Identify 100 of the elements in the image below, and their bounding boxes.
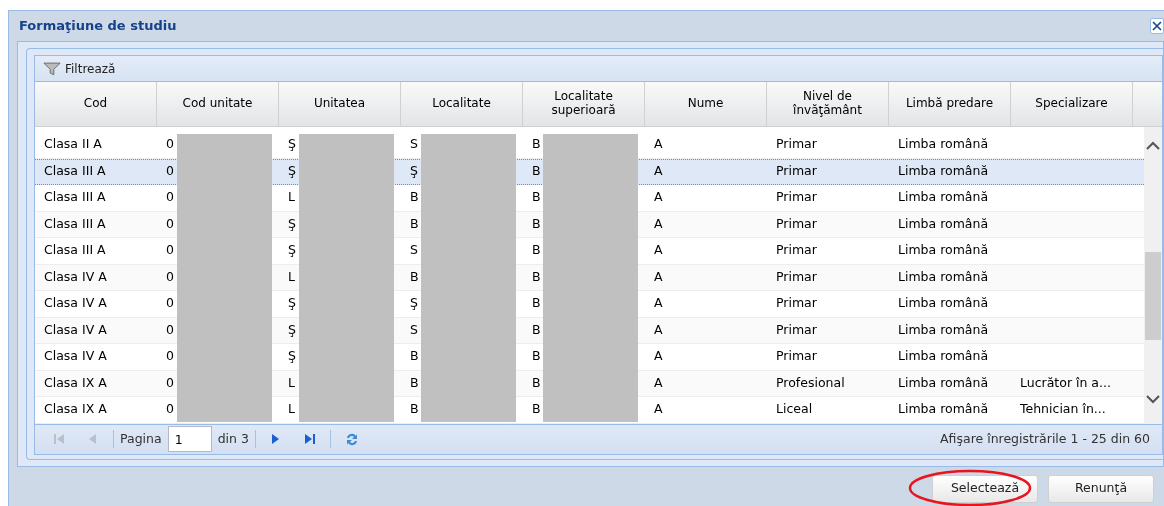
- table-cell-text: Ş: [288, 135, 296, 154]
- table-cell-text: Tehnician în...: [1020, 400, 1106, 419]
- table-cell-text: Ş: [410, 294, 418, 313]
- table-cell-text: Primar: [776, 135, 817, 154]
- table-cell-text: A: [654, 135, 663, 154]
- table-cell-text: B: [532, 373, 541, 392]
- table-cell-text: 0: [166, 400, 174, 419]
- table-cell-text: A: [654, 267, 663, 286]
- table-cell-text: B: [532, 135, 541, 154]
- table-cell-text: L: [288, 400, 295, 419]
- close-button[interactable]: [1150, 18, 1164, 34]
- page-count: din 3: [217, 429, 249, 448]
- page-field[interactable]: 1: [167, 426, 212, 452]
- table-cell-text: Primar: [776, 188, 817, 207]
- table-cell-text: A: [654, 188, 663, 207]
- scrollbar-thumb[interactable]: [1145, 252, 1161, 340]
- table-cell-text: 0: [166, 188, 174, 207]
- table-cell-text: B: [410, 267, 419, 286]
- dialog-button[interactable]: Selectează: [932, 474, 1038, 503]
- table-cell-text: Ş: [288, 347, 296, 366]
- table-cell-text: L: [288, 373, 295, 392]
- table-cell-text: Primar: [776, 347, 817, 366]
- table-cell-text: Ş: [288, 294, 296, 313]
- table-cell-text: Limba română: [898, 320, 989, 339]
- table-cell-text: Clasa IV A: [44, 347, 107, 366]
- table-cell-text: Clasa IX A: [44, 373, 107, 392]
- table-cell-text: 0: [166, 162, 174, 181]
- column-header[interactable]: Specializare: [1011, 82, 1133, 126]
- table-cell-text: Liceal: [776, 400, 813, 419]
- table-cell-text: B: [532, 400, 541, 419]
- table-cell-text: Clasa III A: [44, 241, 106, 260]
- table-cell-text: 0: [166, 241, 174, 260]
- dialog-button[interactable]: Renunţă: [1048, 474, 1154, 503]
- table-cell-text: 0: [166, 267, 174, 286]
- table-cell-text: S: [410, 241, 418, 260]
- table-cell-text: Primar: [776, 241, 817, 260]
- table-cell-text: Clasa III A: [44, 188, 106, 207]
- table-cell-text: 0: [166, 294, 174, 313]
- table-cell-text: Primar: [776, 320, 817, 339]
- table-cell-text: Limba română: [898, 294, 989, 313]
- table-cell-text: A: [654, 347, 663, 366]
- table-cell-text: B: [532, 188, 541, 207]
- table-cell-text: Limba română: [898, 241, 989, 260]
- table-cell-text: B: [410, 347, 419, 366]
- table-cell-text: B: [532, 267, 541, 286]
- table-cell-text: 0: [166, 347, 174, 366]
- table-cell-text: Limba română: [898, 400, 989, 419]
- table-cell-text: Lucrător în a...: [1020, 373, 1111, 392]
- column-header[interactable]: Unitatea: [279, 82, 401, 126]
- table-cell-text: B: [410, 214, 419, 233]
- table-cell-text: Limba română: [898, 267, 989, 286]
- table-cell-text: B: [532, 214, 541, 233]
- table-cell-text: 0: [166, 320, 174, 339]
- scroll-up-icon[interactable]: [1146, 141, 1160, 150]
- table-cell-text: B: [532, 347, 541, 366]
- table-cell-text: B: [410, 373, 419, 392]
- table-cell-text: Limba română: [898, 214, 989, 233]
- table-cell-text: Limba română: [898, 373, 989, 392]
- table-cell-text: 0: [166, 214, 174, 233]
- table-cell-text: B: [532, 294, 541, 313]
- table-cell-text: A: [654, 320, 663, 339]
- column-header[interactable]: Nume: [645, 82, 767, 126]
- table-cell-text: Limba română: [898, 188, 989, 207]
- table-cell-text: Ş: [288, 320, 296, 339]
- table-cell-text: Clasa IV A: [44, 320, 107, 339]
- filter-button[interactable]: Filtrează: [43, 59, 116, 78]
- table-cell-text: 0: [166, 135, 174, 154]
- table-cell-text: A: [654, 373, 663, 392]
- table-cell-text: Limba română: [898, 135, 989, 154]
- page-label: Pagina: [120, 429, 162, 448]
- table-cell-text: Limba română: [898, 162, 989, 181]
- scrollbar[interactable]: [1144, 127, 1162, 424]
- table-cell-text: Clasa IV A: [44, 267, 107, 286]
- column-header[interactable]: Nivel de învăţământ: [767, 82, 889, 126]
- table-cell-text: Primar: [776, 162, 817, 181]
- table-cell-text: Clasa IX A: [44, 400, 107, 419]
- table-cell-text: Clasa IV A: [44, 294, 107, 313]
- scroll-down-icon[interactable]: [1146, 394, 1160, 404]
- column-header[interactable]: Limbă predare: [889, 82, 1011, 126]
- column-header[interactable]: Cod: [35, 82, 157, 126]
- table-cell-text: B: [410, 400, 419, 419]
- table-cell-text: 0: [166, 373, 174, 392]
- column-header[interactable]: Localitate: [401, 82, 523, 126]
- table-cell-text: Ş: [288, 162, 296, 181]
- table-cell-text: B: [532, 241, 541, 260]
- table-cell-text: A: [654, 214, 663, 233]
- table-cell-text: S: [410, 320, 418, 339]
- table-cell-text: Ş: [288, 241, 296, 260]
- table-cell-text: B: [532, 320, 541, 339]
- table-cell-text: A: [654, 162, 663, 181]
- table-cell-text: Ş: [410, 162, 418, 181]
- column-header[interactable]: Localitate superioară: [523, 82, 645, 126]
- table-cell-text: Clasa III A: [44, 214, 106, 233]
- table-cell-text: A: [654, 241, 663, 260]
- table-cell-text: L: [288, 267, 295, 286]
- table-cell-text: Primar: [776, 267, 817, 286]
- column-header[interactable]: Cod unitate: [157, 82, 279, 126]
- funnel-icon: [43, 61, 61, 76]
- table-cell-text: Clasa II A: [44, 135, 102, 154]
- table-cell-text: Ş: [288, 214, 296, 233]
